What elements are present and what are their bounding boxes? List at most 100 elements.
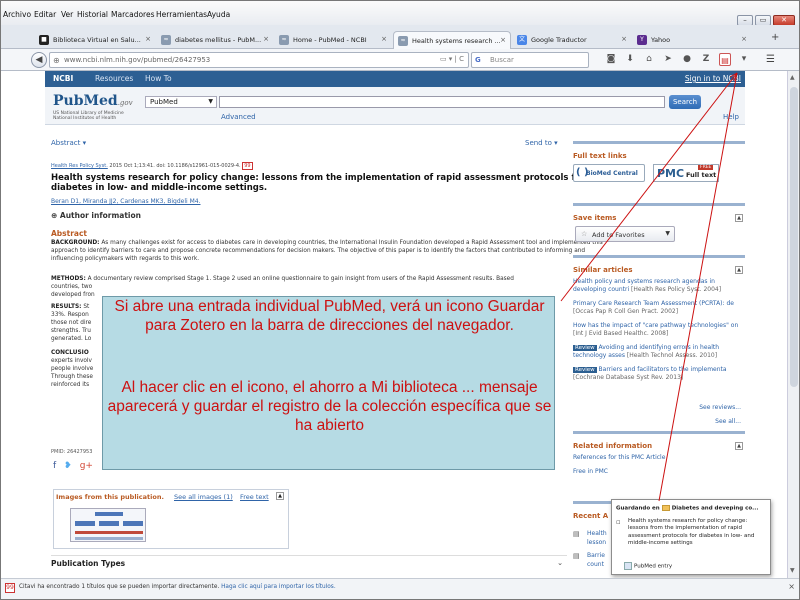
- database-select[interactable]: PubMed ▼: [145, 96, 217, 108]
- menu-icon[interactable]: ☰: [766, 54, 775, 65]
- resources-menu[interactable]: Resources: [95, 74, 133, 83]
- menu-marcadores[interactable]: Marcadores: [111, 10, 155, 19]
- tab-biblioteca-virtual[interactable]: ■ Biblioteca Virtual en Salu... ×: [35, 31, 155, 49]
- caption-line-2: Al hacer clic en el icono, el ahorro a M…: [107, 379, 552, 434]
- url-controls[interactable]: ▭ ▾ | C: [440, 55, 464, 63]
- search-query-input[interactable]: [219, 96, 665, 108]
- similar-article-ref: [Health Res Policy Syst. 2004]: [629, 286, 722, 293]
- methods-line: countries, two: [51, 284, 93, 290]
- citation: Health Res Policy Syst. 2015 Oct 1;13:41…: [51, 162, 253, 170]
- collapse-icon[interactable]: ▲: [735, 266, 743, 274]
- document-icon: ▤: [573, 552, 580, 560]
- send-icon[interactable]: ➤: [662, 53, 674, 66]
- menu-archivo[interactable]: Archivo: [3, 10, 31, 19]
- advanced-search-link[interactable]: Advanced: [221, 113, 256, 121]
- see-reviews-link[interactable]: See reviews...: [699, 404, 741, 411]
- notification-message: Citavi ha encontrado 1 títulos que se pu…: [19, 584, 220, 590]
- publication-types-section[interactable]: Publication Types ⌄: [51, 555, 567, 571]
- close-tab-icon[interactable]: ×: [741, 35, 747, 43]
- pmid: PMID: 26427953: [51, 449, 93, 455]
- tab-google-traductor[interactable]: 文 Google Traductor ×: [513, 31, 631, 49]
- facebook-icon[interactable]: f: [53, 461, 56, 471]
- similar-article-item[interactable]: Health policy and systems research agend…: [573, 278, 743, 294]
- pocket-icon[interactable]: ◙: [605, 53, 617, 66]
- similar-article-item[interactable]: Review Barriers and facilitators to the …: [573, 366, 743, 382]
- zotero-z-icon[interactable]: Z: [700, 53, 712, 66]
- star-icon: ☆: [581, 230, 588, 238]
- url-bar[interactable]: ⊕ www.ncbi.nlm.nih.gov/pubmed/26427953 ▭…: [49, 52, 469, 68]
- help-link[interactable]: Help: [723, 113, 739, 121]
- biomed-central-link[interactable]: ( ) BioMed Central: [573, 164, 645, 182]
- add-to-favorites-label: Add to Favorites: [592, 231, 645, 239]
- methods-label: METHODS:: [51, 276, 86, 282]
- import-titles-link[interactable]: Haga clic aquí para importar los títulos…: [221, 584, 336, 590]
- how-to-menu[interactable]: How To: [145, 74, 172, 83]
- send-to-dropdown[interactable]: Send to ▾: [525, 139, 558, 147]
- attachment-label: PubMed entry: [634, 563, 673, 570]
- sign-in-link[interactable]: Sign in to NCBI: [685, 74, 741, 83]
- dropdown-icon[interactable]: ▾: [738, 53, 750, 66]
- citavi-icon[interactable]: 99: [242, 162, 253, 170]
- tab-diabetes-mellitus[interactable]: ≈ diabetes mellitus - PubM... ×: [157, 31, 273, 49]
- google-plus-icon[interactable]: g+: [80, 461, 93, 471]
- new-tab-button[interactable]: +: [771, 32, 779, 43]
- free-text-link[interactable]: Free text: [240, 493, 269, 501]
- references-link[interactable]: References for this PMC Article: [573, 454, 665, 462]
- similar-article-item[interactable]: Review Avoiding and identifying errors i…: [573, 344, 743, 360]
- add-to-favorites-button[interactable]: ☆ Add to Favorites ▼: [575, 226, 675, 242]
- methods-line: developed fron: [51, 292, 95, 298]
- results-line: 33%. Respon: [51, 312, 89, 318]
- zotero-save-button[interactable]: ▤: [719, 53, 731, 66]
- figure-thumbnail[interactable]: [70, 508, 146, 542]
- similar-article-ref: [Health Technol Assess. 2010]: [624, 352, 718, 359]
- menu-herramientas[interactable]: Herramientas: [156, 10, 207, 19]
- toolbar-icons: ◙ ⬇ ⌂ ➤ ● Z ▤ ▾: [605, 53, 750, 66]
- search-button[interactable]: Search: [669, 95, 701, 109]
- collapse-icon[interactable]: ▲: [276, 492, 284, 500]
- expand-icon[interactable]: ⌄: [557, 559, 563, 567]
- conclusion-line: experts involv: [51, 358, 92, 364]
- similar-article-item[interactable]: How has the impact of "care pathway tech…: [573, 322, 743, 338]
- menu-ayuda[interactable]: Ayuda: [207, 10, 230, 19]
- tab-yahoo[interactable]: Y Yahoo ×: [633, 31, 751, 49]
- menu-historial[interactable]: Historial: [77, 10, 108, 19]
- scroll-up-icon[interactable]: ▲: [790, 74, 795, 81]
- twitter-icon[interactable]: ❥: [64, 461, 72, 471]
- recent-item[interactable]: Health: [587, 530, 607, 537]
- close-tab-icon[interactable]: ×: [500, 36, 506, 44]
- format-dropdown[interactable]: Abstract ▾: [51, 139, 86, 147]
- free-in-pmc-link[interactable]: Free in PMC: [573, 468, 608, 476]
- close-tab-icon[interactable]: ×: [621, 35, 627, 43]
- chat-icon[interactable]: ●: [681, 53, 693, 66]
- pmc-full-text-link[interactable]: PMC FREE Full text: [653, 164, 719, 182]
- scrollbar-thumb[interactable]: [790, 87, 798, 387]
- see-all-images-link[interactable]: See all images (1): [174, 493, 233, 501]
- close-tab-icon[interactable]: ×: [381, 35, 387, 43]
- collapse-icon[interactable]: ▲: [735, 442, 743, 450]
- ncbi-logo[interactable]: NCBI: [53, 74, 73, 83]
- tab-label: Google Traductor: [531, 36, 587, 44]
- recent-item[interactable]: lesson: [587, 539, 606, 546]
- journal-link[interactable]: Health Res Policy Syst.: [51, 163, 108, 169]
- menu-ver[interactable]: Ver: [61, 10, 73, 19]
- tab-health-systems-research[interactable]: ≈ Health systems research ... ×: [393, 31, 511, 49]
- close-tab-icon[interactable]: ×: [263, 35, 269, 43]
- vertical-scrollbar[interactable]: ▲ ▼: [787, 71, 799, 578]
- see-all-link[interactable]: See all...: [715, 418, 741, 425]
- author-information-toggle[interactable]: ⊕ Author information: [51, 211, 141, 220]
- close-icon[interactable]: ×: [788, 582, 795, 591]
- similar-article-item[interactable]: Primary Care Research Team Assessment (P…: [573, 300, 743, 316]
- scroll-down-icon[interactable]: ▼: [790, 567, 795, 574]
- collapse-icon[interactable]: ▲: [735, 214, 743, 222]
- home-icon[interactable]: ⌂: [643, 53, 655, 66]
- back-button[interactable]: ◀: [31, 52, 47, 68]
- close-tab-icon[interactable]: ×: [145, 35, 151, 43]
- pubmed-logo[interactable]: PubMed.gov: [53, 93, 133, 109]
- menu-editar[interactable]: Editar: [34, 10, 56, 19]
- recent-item[interactable]: count: [587, 561, 604, 568]
- author-list[interactable]: Beran D1, Miranda JJ2, Cardenas MK3, Big…: [51, 198, 200, 205]
- recent-item[interactable]: Barrie: [587, 552, 605, 559]
- search-bar[interactable]: G Buscar: [471, 52, 589, 68]
- download-icon[interactable]: ⬇: [624, 53, 636, 66]
- tab-home-pubmed[interactable]: ≈ Home - PubMed - NCBI ×: [275, 31, 391, 49]
